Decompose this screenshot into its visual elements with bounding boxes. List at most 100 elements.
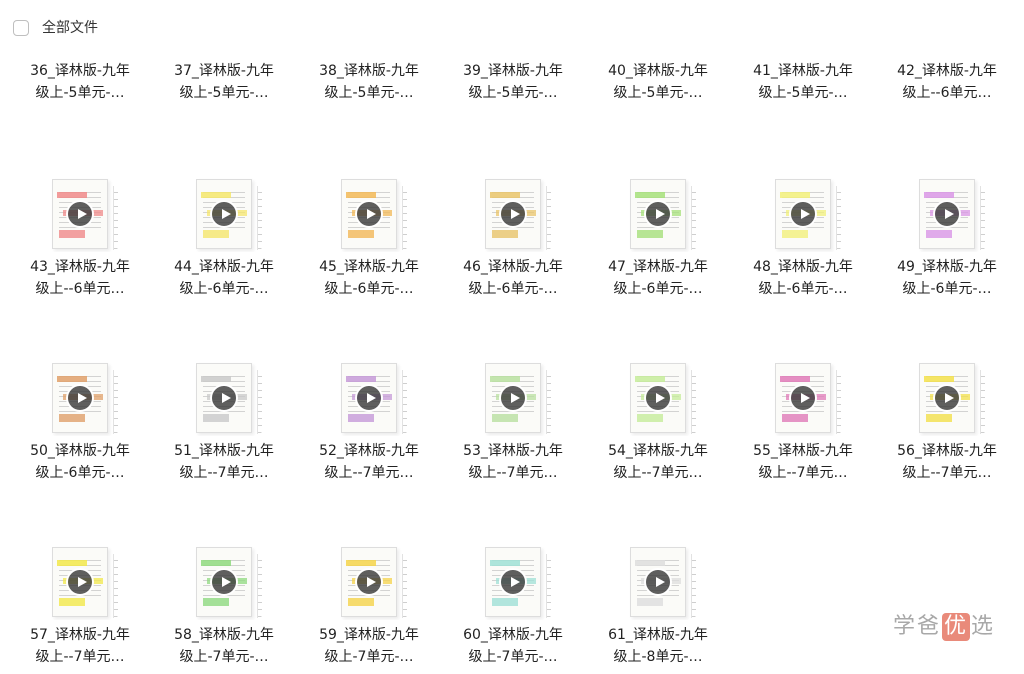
file-item[interactable]: 61_译林版-九年 级上-8单元-… [586,544,730,674]
file-name-line2: 级上-6单元-… [613,281,703,297]
file-name[interactable]: 54_译林版-九年 级上--7单元… [586,440,730,484]
video-thumbnail[interactable] [331,176,407,252]
file-name[interactable]: 48_译林版-九年 级上-6单元-… [731,256,875,300]
file-name[interactable]: 43_译林版-九年 级上--6单元… [8,256,152,300]
video-thumbnail[interactable] [42,176,118,252]
file-item[interactable]: 56_译林版-九年 级上--7单元… [875,360,1019,490]
highlight-mark [59,414,85,422]
play-icon[interactable] [499,568,527,596]
video-thumbnail[interactable] [42,544,118,620]
video-thumbnail[interactable] [620,544,696,620]
play-icon[interactable] [355,200,383,228]
file-item[interactable]: 53_译林版-九年 级上--7单元… [441,360,585,490]
play-icon[interactable] [355,568,383,596]
file-name[interactable]: 58_译林版-九年 级上-7单元-… [152,624,296,668]
highlight-mark [57,192,87,198]
file-name[interactable]: 36_译林版-九年 级上-5单元-… [8,60,152,104]
file-name[interactable]: 44_译林版-九年 级上-6单元-… [152,256,296,300]
highlight-mark [924,192,954,198]
play-icon[interactable] [644,200,672,228]
video-thumbnail[interactable] [331,544,407,620]
video-thumbnail[interactable] [909,176,985,252]
file-name-line2: 级上--7单元… [902,465,992,481]
video-thumbnail[interactable] [186,544,262,620]
highlight-mark [203,598,229,606]
video-thumbnail[interactable] [765,176,841,252]
highlight-mark [490,192,520,198]
file-name-line1: 38_译林版-九年 [319,63,419,79]
play-icon[interactable] [66,384,94,412]
file-item[interactable]: 47_译林版-九年 级上-6单元-… [586,176,730,306]
file-item[interactable]: 52_译林版-九年 级上--7单元… [297,360,441,490]
file-item[interactable]: 46_译林版-九年 级上-6单元-… [441,176,585,306]
video-thumbnail[interactable] [331,360,407,436]
file-name[interactable]: 45_译林版-九年 级上-6单元-… [297,256,441,300]
play-icon[interactable] [66,568,94,596]
play-icon[interactable] [210,200,238,228]
file-name[interactable]: 47_译林版-九年 级上-6单元-… [586,256,730,300]
video-thumbnail[interactable] [765,360,841,436]
file-name[interactable]: 60_译林版-九年 级上-7单元-… [441,624,585,668]
video-thumbnail[interactable] [475,544,551,620]
video-thumbnail[interactable] [909,360,985,436]
file-name[interactable]: 39_译林版-九年 级上-5单元-… [441,60,585,104]
file-name[interactable]: 46_译林版-九年 级上-6单元-… [441,256,585,300]
video-thumbnail[interactable] [620,360,696,436]
select-all-checkbox[interactable] [13,20,29,36]
play-icon[interactable] [499,200,527,228]
video-thumbnail[interactable] [186,360,262,436]
video-thumbnail[interactable] [620,176,696,252]
file-name-line1: 59_译林版-九年 [319,627,419,643]
play-icon[interactable] [210,568,238,596]
file-name[interactable]: 55_译林版-九年 级上--7单元… [731,440,875,484]
file-item[interactable]: 55_译林版-九年 级上--7单元… [731,360,875,490]
file-name[interactable]: 57_译林版-九年 级上--7单元… [8,624,152,668]
play-icon[interactable] [933,384,961,412]
file-name-line2: 级上-5单元-… [324,85,414,101]
file-item[interactable]: 45_译林版-九年 级上-6单元-… [297,176,441,306]
file-name[interactable]: 53_译林版-九年 级上--7单元… [441,440,585,484]
play-icon[interactable] [789,200,817,228]
file-item[interactable]: 48_译林版-九年 级上-6单元-… [731,176,875,306]
file-item[interactable]: 50_译林版-九年 级上-6单元-… [8,360,152,490]
file-name[interactable]: 52_译林版-九年 级上--7单元… [297,440,441,484]
play-icon[interactable] [499,384,527,412]
file-name[interactable]: 42_译林版-九年 级上--6单元… [875,60,1019,104]
select-all-label[interactable]: 全部文件 [42,19,98,37]
file-name[interactable]: 40_译林版-九年 级上-5单元-… [586,60,730,104]
play-icon[interactable] [789,384,817,412]
file-name[interactable]: 61_译林版-九年 级上-8单元-… [586,624,730,668]
video-thumbnail[interactable] [475,176,551,252]
video-thumbnail[interactable] [42,360,118,436]
play-icon[interactable] [210,384,238,412]
file-item[interactable]: 43_译林版-九年 级上--6单元… [8,176,152,306]
file-name[interactable]: 51_译林版-九年 级上--7单元… [152,440,296,484]
file-item[interactable]: 59_译林版-九年 级上-7单元-… [297,544,441,674]
file-name-line1: 37_译林版-九年 [174,63,274,79]
file-item[interactable]: 58_译林版-九年 级上-7单元-… [152,544,296,674]
file-item[interactable]: 44_译林版-九年 级上-6单元-… [152,176,296,306]
file-item[interactable]: 60_译林版-九年 级上-7单元-… [441,544,585,674]
highlight-mark [637,414,663,422]
play-icon[interactable] [933,200,961,228]
video-thumbnail[interactable] [475,360,551,436]
file-name[interactable]: 49_译林版-九年 级上-6单元-… [875,256,1019,300]
file-name[interactable]: 37_译林版-九年 级上-5单元-… [152,60,296,104]
file-name[interactable]: 59_译林版-九年 级上-7单元-… [297,624,441,668]
file-name[interactable]: 38_译林版-九年 级上-5单元-… [297,60,441,104]
page-margin-notes [980,186,985,250]
video-thumbnail[interactable] [186,176,262,252]
play-icon[interactable] [355,384,383,412]
file-item[interactable]: 49_译林版-九年 级上-6单元-… [875,176,1019,306]
play-icon[interactable] [644,568,672,596]
page-margin-notes [113,554,118,618]
play-icon[interactable] [644,384,672,412]
file-name[interactable]: 41_译林版-九年 级上-5单元-… [731,60,875,104]
file-item[interactable]: 51_译林版-九年 级上--7单元… [152,360,296,490]
file-item[interactable]: 57_译林版-九年 级上--7单元… [8,544,152,674]
file-name[interactable]: 50_译林版-九年 级上-6单元-… [8,440,152,484]
play-icon[interactable] [66,200,94,228]
file-name[interactable]: 56_译林版-九年 级上--7单元… [875,440,1019,484]
file-name-line2: 级上-7单元-… [324,649,414,665]
file-item[interactable]: 54_译林版-九年 级上--7单元… [586,360,730,490]
